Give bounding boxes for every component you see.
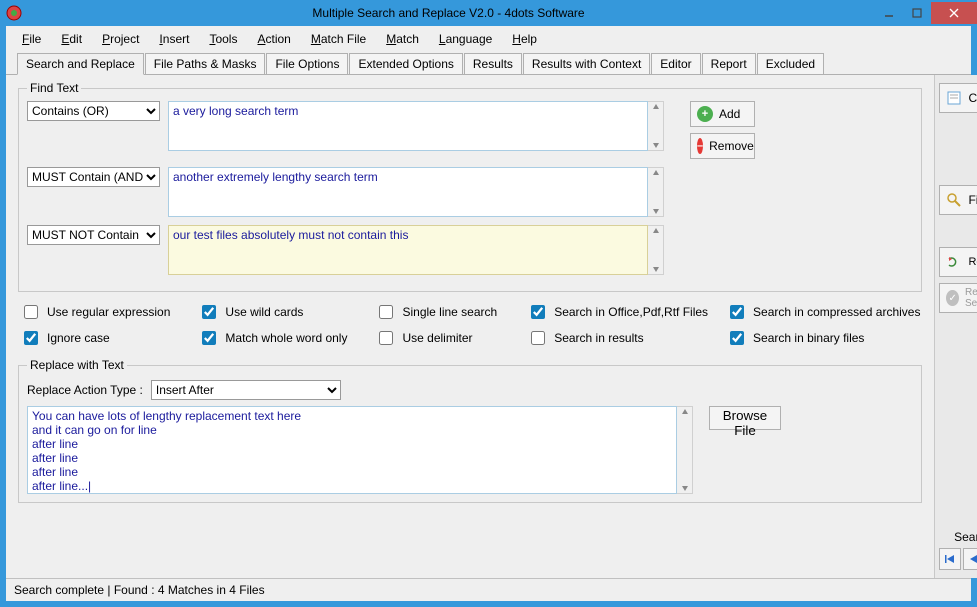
- menu-file[interactable]: File: [14, 30, 49, 48]
- find-text-input[interactable]: [168, 225, 648, 275]
- tab-excluded[interactable]: Excluded: [757, 53, 824, 75]
- opt-office[interactable]: Search in Office,Pdf,Rtf Files: [527, 302, 708, 322]
- find-button[interactable]: Find: [939, 185, 977, 215]
- find-row: MUST Contain (AND): [27, 167, 913, 217]
- opt-regex[interactable]: Use regular expression: [20, 302, 170, 322]
- menu-match-file[interactable]: Match File: [303, 30, 374, 48]
- replace-legend: Replace with Text: [27, 358, 127, 372]
- nav-prev-button[interactable]: [963, 548, 977, 570]
- add-button[interactable]: +Add: [690, 101, 755, 127]
- tab-report[interactable]: Report: [702, 53, 756, 75]
- plus-icon: +: [697, 106, 713, 122]
- replace-action-label: Replace Action Type :: [27, 383, 143, 397]
- tab-file-options[interactable]: File Options: [266, 53, 348, 75]
- find-mode-select[interactable]: MUST NOT Contain (NOT): [27, 225, 160, 245]
- find-text-legend: Find Text: [27, 81, 81, 95]
- find-mode-select[interactable]: Contains (OR): [27, 101, 160, 121]
- tab-file-paths-masks[interactable]: File Paths & Masks: [145, 53, 266, 75]
- maximize-button[interactable]: [903, 2, 931, 24]
- status-text: Search complete | Found : 4 Matches in 4…: [14, 583, 265, 597]
- menu-language[interactable]: Language: [431, 30, 500, 48]
- tab-search-and-replace[interactable]: Search and Replace: [17, 53, 144, 75]
- scrollbar[interactable]: [648, 225, 664, 275]
- replace-all-icon: [946, 254, 962, 270]
- menu-action[interactable]: Action: [249, 30, 298, 48]
- scrollbar[interactable]: [677, 406, 693, 494]
- close-button[interactable]: [931, 2, 977, 24]
- replace-action-type[interactable]: Insert After: [151, 380, 341, 400]
- scrollbar[interactable]: [648, 101, 664, 151]
- app-icon: [6, 5, 22, 21]
- replace-all-button[interactable]: Replace All: [939, 247, 977, 277]
- menu-insert[interactable]: Insert: [151, 30, 197, 48]
- opt-delimiter[interactable]: Use delimiter: [375, 328, 497, 348]
- browse-file-button[interactable]: Browse File: [709, 406, 781, 430]
- menu-project[interactable]: Project: [94, 30, 147, 48]
- find-mode-select[interactable]: MUST Contain (AND): [27, 167, 160, 187]
- opt-results[interactable]: Search in results: [527, 328, 708, 348]
- replace-group: Replace with Text Replace Action Type : …: [18, 358, 922, 503]
- opt-ignorecase[interactable]: Ignore case: [20, 328, 170, 348]
- clear-button[interactable]: Clear: [939, 83, 977, 113]
- find-text-input[interactable]: [168, 167, 648, 217]
- opt-wildcards[interactable]: Use wild cards: [198, 302, 347, 322]
- find-row: MUST NOT Contain (NOT): [27, 225, 913, 275]
- opt-binary[interactable]: Search in binary files: [726, 328, 920, 348]
- menu-tools[interactable]: Tools: [201, 30, 245, 48]
- menu-match[interactable]: Match: [378, 30, 427, 48]
- find-text-input[interactable]: [168, 101, 648, 151]
- opt-singleline[interactable]: Single line search: [375, 302, 497, 322]
- remove-button[interactable]: –Remove: [690, 133, 755, 159]
- tab-strip: Search and ReplaceFile Paths & MasksFile…: [6, 52, 971, 75]
- tab-extended-options[interactable]: Extended Options: [349, 53, 462, 75]
- opt-wholeword[interactable]: Match whole word only: [198, 328, 347, 348]
- opt-compressed[interactable]: Search in compressed archives: [726, 302, 920, 322]
- replace-selected-button: ✓ Replace Selected: [939, 283, 977, 313]
- find-text-group: Find Text Contains (OR) +Add –Remove MUST C…: [18, 81, 922, 292]
- minimize-button[interactable]: [875, 2, 903, 24]
- magnifier-icon: [946, 192, 962, 208]
- tab-results[interactable]: Results: [464, 53, 522, 75]
- tab-editor[interactable]: Editor: [651, 53, 700, 75]
- window-title: Multiple Search and Replace V2.0 - 4dots…: [22, 6, 875, 20]
- nav-first-button[interactable]: [939, 548, 961, 570]
- clear-icon: [946, 90, 962, 106]
- scrollbar[interactable]: [648, 167, 664, 217]
- search-count-label: Search 1 / 1: [939, 530, 977, 544]
- menubar: FileEditProjectInsertToolsAction Match Fi…: [6, 26, 971, 52]
- find-row: Contains (OR) +Add –Remove: [27, 101, 913, 159]
- check-icon: ✓: [946, 290, 959, 306]
- menu-edit[interactable]: Edit: [53, 30, 90, 48]
- menu-help[interactable]: Help: [504, 30, 545, 48]
- replace-text[interactable]: [27, 406, 677, 494]
- minus-icon: –: [697, 138, 703, 154]
- tab-results-with-context[interactable]: Results with Context: [523, 53, 650, 75]
